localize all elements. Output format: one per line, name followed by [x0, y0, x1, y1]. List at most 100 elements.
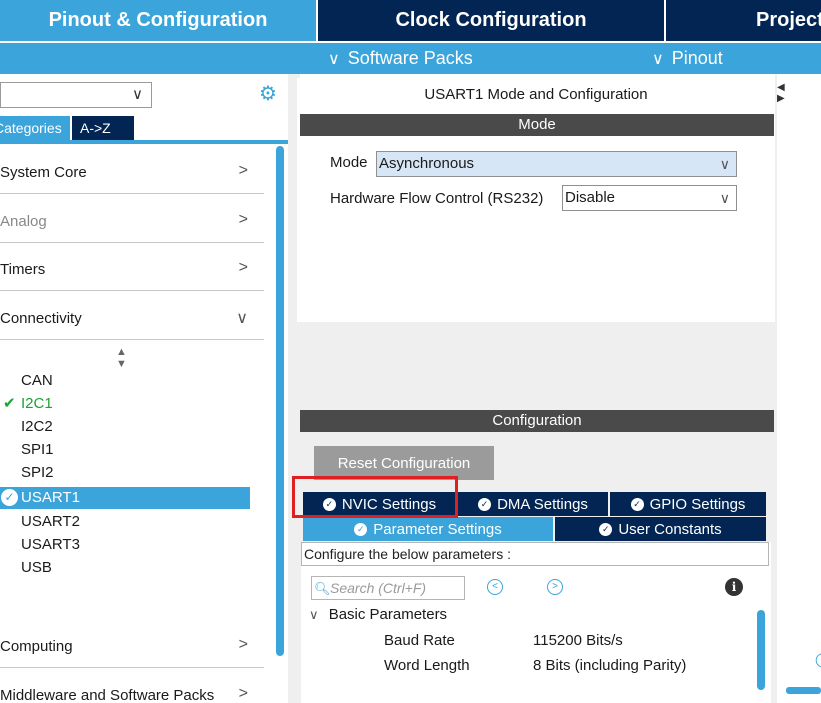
- category-label: Timers: [0, 261, 46, 278]
- tab-a-z[interactable]: A->Z: [72, 116, 134, 140]
- prev-icon[interactable]: <: [487, 579, 503, 595]
- peripheral-label: I2C2: [21, 418, 53, 435]
- peripheral-label: USART2: [21, 513, 80, 530]
- info-icon[interactable]: i: [725, 578, 743, 596]
- category-label: Computing: [0, 638, 73, 655]
- category-computing[interactable]: Computing >: [0, 628, 264, 668]
- zoom-icon[interactable]: ◯: [815, 651, 821, 668]
- chevron-right-icon: >: [238, 211, 248, 228]
- basic-parameters-group[interactable]: ∨ Basic Parameters: [309, 606, 447, 623]
- configuration-section: Configuration Reset Configuration ✓ NVIC…: [297, 334, 775, 703]
- chevron-right-icon: >: [238, 162, 248, 179]
- chevron-down-icon: ∨: [652, 50, 664, 68]
- check-icon: ✓: [478, 497, 492, 511]
- check-icon: ✓: [599, 522, 613, 536]
- hw-flow-select-value: Disable: [565, 189, 616, 206]
- tab-dma-settings[interactable]: ✓ DMA Settings: [458, 492, 608, 516]
- chevron-right-icon: >: [238, 685, 248, 702]
- reset-configuration-label: Reset Configuration: [337, 454, 471, 472]
- tab-parameter-settings[interactable]: ✓ Parameter Settings: [303, 517, 553, 541]
- hw-flow-select[interactable]: Disable ∨: [562, 185, 737, 211]
- software-packs-menu[interactable]: ∨ Software Packs: [328, 43, 473, 74]
- peripheral-spi2[interactable]: SPI2: [0, 462, 250, 484]
- parameter-settings-area: Configure the below parameters : 🔍︎ Sear…: [301, 542, 771, 703]
- mode-section-header: Mode: [300, 114, 774, 136]
- search-icon: 🔍︎: [314, 581, 331, 596]
- peripheral-can[interactable]: CAN: [0, 370, 250, 392]
- check-icon: ✓: [354, 522, 368, 536]
- category-filter-dropdown[interactable]: ∨: [0, 82, 152, 108]
- category-system-core[interactable]: System Core >: [0, 154, 264, 194]
- gear-icon[interactable]: ⚙: [259, 81, 277, 106]
- pinout-menu[interactable]: ∨ Pinout: [652, 43, 723, 74]
- pinout-view-panel: ◀▶ ◯: [777, 78, 821, 703]
- chevron-right-icon: >: [238, 259, 248, 276]
- tab-project-manager[interactable]: Project Manager: [666, 0, 821, 41]
- tab-user-constants[interactable]: ✓ User Constants: [555, 517, 766, 541]
- sort-icon[interactable]: ▲ ▼: [116, 346, 127, 370]
- tab-label: DMA Settings: [497, 495, 588, 513]
- software-packs-label: Software Packs: [347, 48, 473, 68]
- chevron-down-icon: ∨: [719, 156, 730, 172]
- nvic-highlight-box: [292, 476, 458, 518]
- peripheral-label: SPI2: [21, 464, 54, 481]
- mode-select-value: Asynchronous: [379, 155, 475, 172]
- panel-title: USART1 Mode and Configuration: [424, 86, 648, 103]
- peripheral-i2c1[interactable]: ✔ I2C1: [0, 393, 250, 415]
- param-value-word-length[interactable]: 8 Bits (including Parity): [533, 657, 686, 674]
- peripheral-label: I2C1: [21, 395, 53, 412]
- tab-clock-configuration[interactable]: Clock Configuration: [318, 0, 664, 41]
- basic-parameters-label: Basic Parameters: [328, 606, 448, 623]
- search-input[interactable]: 🔍︎ Search (Ctrl+F): [311, 576, 465, 600]
- tab-label: Parameter Settings: [373, 520, 502, 538]
- next-icon[interactable]: >: [547, 579, 563, 595]
- chevron-right-icon: >: [238, 636, 248, 653]
- horizontal-scrollbar[interactable]: [786, 687, 821, 694]
- tab-categories-label: Categories: [0, 120, 62, 136]
- reset-configuration-button[interactable]: Reset Configuration: [314, 446, 494, 480]
- peripheral-usb[interactable]: USB: [0, 557, 250, 579]
- mode-select[interactable]: Asynchronous ∨: [376, 151, 737, 177]
- param-value-baud-rate[interactable]: 115200 Bits/s: [533, 632, 623, 649]
- category-timers[interactable]: Timers >: [0, 251, 264, 291]
- search-placeholder: Search (Ctrl+F): [330, 580, 427, 596]
- categories-panel: ∨ ⚙ Categories A->Z System Core > Analog…: [0, 74, 288, 703]
- check-icon: ✓: [1, 489, 18, 506]
- peripheral-usart2[interactable]: USART2: [0, 511, 250, 533]
- chevron-down-icon: ∨: [236, 310, 248, 327]
- param-name-baud-rate: Baud Rate: [384, 632, 455, 649]
- sub-menu-bar: ∨ Software Packs ∨ Pinout: [0, 43, 821, 74]
- peripheral-spi1[interactable]: SPI1: [0, 439, 250, 461]
- peripheral-usart3[interactable]: USART3: [0, 534, 250, 556]
- tab-categories[interactable]: Categories: [0, 116, 70, 140]
- check-icon: ✓: [630, 497, 644, 511]
- parameter-scrollbar[interactable]: [757, 610, 765, 690]
- chevron-down-icon: ∨: [328, 50, 340, 68]
- category-label: Middleware and Software Packs: [0, 687, 215, 703]
- category-analog[interactable]: Analog >: [0, 203, 264, 243]
- tab-label: User Constants: [618, 520, 722, 538]
- mode-label: Mode: [330, 154, 368, 171]
- category-label: Analog: [0, 213, 47, 230]
- pinout-menu-label: Pinout: [671, 48, 723, 68]
- left-scrollbar[interactable]: [276, 146, 284, 656]
- peripheral-i2c2[interactable]: I2C2: [0, 416, 250, 438]
- peripheral-label: USART3: [21, 536, 80, 553]
- chevron-down-icon: ∨: [309, 607, 319, 622]
- configuration-header: Configuration: [300, 410, 774, 432]
- tab-pinout-configuration[interactable]: Pinout & Configuration: [0, 0, 316, 41]
- category-middleware[interactable]: Middleware and Software Packs >: [0, 677, 264, 703]
- top-tab-bar: Pinout & Configuration Clock Configurati…: [0, 0, 821, 41]
- section-gap: [297, 322, 775, 334]
- peripheral-usart1[interactable]: ✓ USART1: [0, 487, 250, 509]
- peripheral-label: SPI1: [21, 441, 54, 458]
- category-connectivity[interactable]: Connectivity ∨: [0, 300, 264, 340]
- chevron-down-icon: ∨: [132, 86, 143, 103]
- tab-gpio-settings[interactable]: ✓ GPIO Settings: [610, 492, 766, 516]
- tab-a-z-label: A->Z: [80, 120, 111, 136]
- collapse-handle-icon[interactable]: ◀ ▶: [777, 82, 785, 104]
- category-label: Connectivity: [0, 310, 82, 327]
- tab-underline: [0, 140, 288, 144]
- tab-label: GPIO Settings: [649, 495, 746, 513]
- hw-flow-label: Hardware Flow Control (RS232): [330, 190, 544, 207]
